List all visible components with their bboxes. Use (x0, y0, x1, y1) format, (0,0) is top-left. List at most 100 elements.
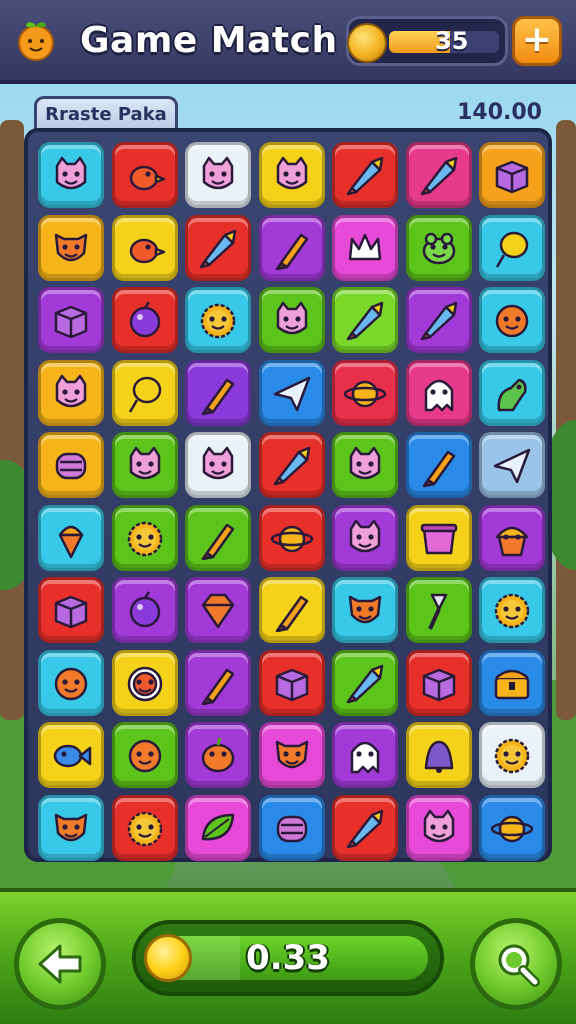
cat-face-icon (423, 809, 454, 842)
game-tile[interactable] (185, 794, 251, 861)
game-tile[interactable] (185, 214, 251, 281)
game-tile[interactable] (111, 359, 178, 426)
game-tile[interactable] (38, 649, 104, 716)
game-tile[interactable] (111, 577, 178, 643)
game-tile[interactable] (38, 214, 104, 281)
game-tile[interactable] (38, 142, 104, 208)
game-tile[interactable] (405, 577, 472, 643)
rocket-icon (420, 301, 457, 341)
game-tile[interactable] (258, 794, 325, 861)
game-tile[interactable] (185, 359, 251, 426)
game-tile[interactable] (38, 794, 104, 861)
game-tile[interactable] (111, 142, 178, 208)
game-tile[interactable] (332, 794, 398, 861)
game-tile[interactable] (332, 504, 398, 571)
shovel-icon (427, 593, 447, 630)
game-tile[interactable] (111, 794, 178, 861)
game-tile[interactable] (479, 577, 545, 643)
game-tile[interactable] (258, 649, 325, 716)
game-tile[interactable] (405, 649, 472, 716)
magnifier-icon (498, 944, 540, 987)
search-button[interactable] (470, 918, 562, 1010)
game-tile[interactable] (258, 287, 325, 353)
pumpkin-icon (201, 737, 235, 773)
game-tile[interactable] (38, 432, 104, 498)
brush-icon (275, 595, 308, 633)
game-tile[interactable] (185, 432, 251, 498)
game-tile[interactable] (479, 649, 545, 716)
game-tile[interactable] (111, 649, 178, 716)
game-tile[interactable] (38, 577, 104, 643)
game-tile[interactable] (405, 794, 472, 861)
orange-fruit-icon (18, 22, 54, 61)
game-tile[interactable] (258, 432, 325, 498)
game-tile[interactable] (258, 722, 325, 788)
game-tile[interactable] (185, 577, 251, 643)
planet-icon (343, 380, 387, 407)
game-tile[interactable] (405, 214, 472, 281)
game-tile[interactable] (111, 504, 178, 571)
game-tile[interactable] (332, 214, 398, 281)
game-tile[interactable] (185, 287, 251, 353)
game-tile[interactable] (258, 359, 325, 426)
add-coins-button[interactable]: + (512, 16, 562, 66)
bell-icon (424, 740, 453, 773)
game-tile[interactable] (332, 359, 398, 426)
dino-icon (497, 378, 527, 411)
game-tile[interactable] (111, 722, 178, 788)
back-button[interactable] (14, 918, 106, 1010)
game-tile[interactable] (479, 794, 545, 861)
game-tile[interactable] (258, 504, 325, 571)
game-tile[interactable] (479, 142, 545, 208)
cat-face-icon (129, 446, 160, 480)
rocket-icon (346, 664, 384, 703)
fox-face-icon (54, 233, 88, 261)
planet-icon (490, 815, 534, 842)
game-tile[interactable] (185, 722, 251, 788)
game-tile[interactable] (258, 142, 325, 208)
box-icon (54, 305, 88, 339)
game-tile[interactable] (332, 649, 398, 716)
game-tile[interactable] (38, 722, 104, 788)
game-tile[interactable] (332, 722, 398, 788)
game-tile[interactable] (479, 504, 545, 571)
game-tile[interactable] (479, 359, 545, 426)
game-tile[interactable] (185, 649, 251, 716)
game-tile[interactable] (332, 287, 398, 353)
fox-face-icon (275, 740, 308, 769)
game-tile[interactable] (405, 432, 472, 498)
game-tile[interactable] (185, 504, 251, 571)
game-tile[interactable] (332, 432, 398, 498)
score-display: 140.00 (457, 100, 542, 125)
cat-face-icon (276, 156, 307, 190)
coin-icon (347, 23, 387, 63)
game-tile[interactable] (38, 287, 104, 353)
game-tile[interactable] (405, 722, 472, 788)
game-tile[interactable] (38, 504, 104, 571)
game-tile[interactable] (258, 214, 325, 281)
game-tile[interactable] (479, 432, 545, 498)
planet-icon (270, 525, 313, 552)
top-bar: Game Match 35 + (0, 0, 576, 84)
board-tab[interactable]: Rraste Paka (34, 96, 178, 132)
paper-plane-icon (273, 376, 310, 411)
game-tile[interactable] (332, 142, 398, 208)
game-tile[interactable] (479, 722, 545, 788)
orb-icon (129, 301, 160, 338)
box-icon (54, 595, 88, 629)
game-tile[interactable] (185, 142, 251, 208)
smiley-icon (54, 667, 88, 700)
game-tile[interactable] (111, 432, 178, 498)
game-tile[interactable] (405, 287, 472, 353)
game-tile[interactable] (479, 214, 545, 281)
game-tile[interactable] (405, 142, 472, 208)
game-tile[interactable] (405, 359, 472, 426)
game-tile[interactable] (38, 359, 104, 426)
game-tile[interactable] (111, 214, 178, 281)
game-tile[interactable] (405, 504, 472, 571)
game-tile[interactable] (332, 577, 398, 643)
rocket-icon (346, 301, 384, 341)
game-tile[interactable] (479, 287, 545, 353)
game-tile[interactable] (258, 577, 325, 643)
game-tile[interactable] (111, 287, 178, 353)
